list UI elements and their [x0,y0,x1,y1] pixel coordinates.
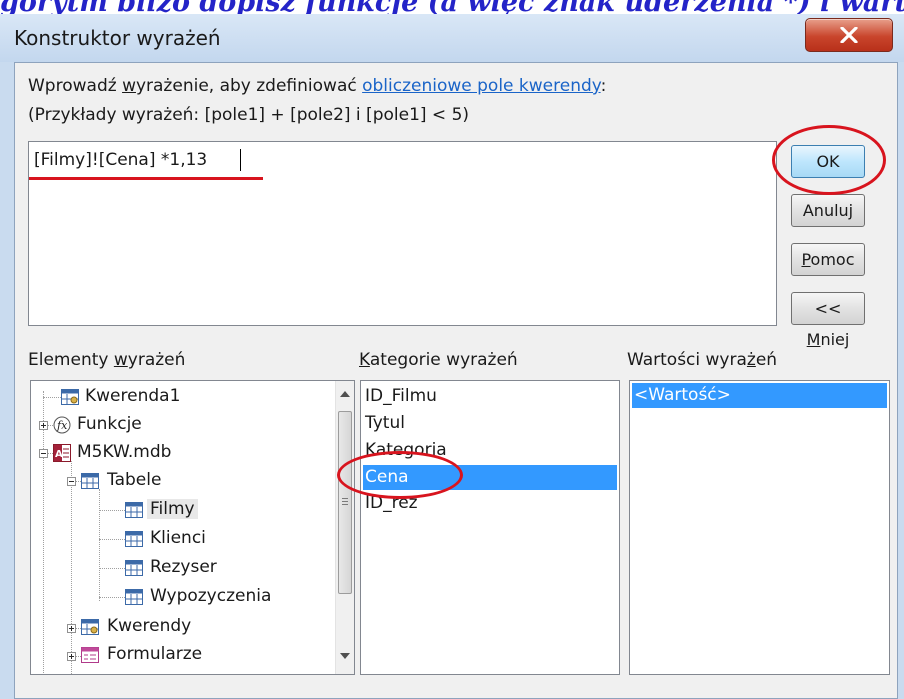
instruction-line-1: Wprowadź wyrażenie, aby zdefiniować obli… [28,76,607,96]
table-icon [125,531,143,547]
table-icon [125,589,143,605]
title-bar: Konstruktor wyrażeń [0,14,904,62]
tree-item-database[interactable]: M5KW.mdb [77,442,171,462]
tree-item-rezyser[interactable]: Rezyser [150,557,217,577]
dialog-client-area: Wprowadź wyrażenie, aby zdefiniować obli… [14,62,898,699]
scroll-up-icon[interactable] [340,391,350,397]
collapse-icon[interactable] [67,477,76,486]
expand-icon[interactable] [39,421,48,430]
categories-label: Kategorie wyrażeń [359,350,518,370]
tree-line [99,489,100,601]
annotation-circle-cena [337,451,463,499]
queries-icon [81,619,99,635]
tree-item-filmy[interactable]: Filmy [147,499,198,519]
close-button[interactable] [805,18,893,52]
expand-icon[interactable] [67,624,76,633]
cancel-button[interactable]: Anuluj [791,194,865,227]
tree-item-kwerenda1[interactable]: Kwerenda1 [85,386,180,406]
help-button[interactable]: Pomoc [791,243,865,276]
less-button[interactable]: << Mniej [791,292,865,349]
tree-line [99,539,125,540]
categories-list[interactable]: ID_Filmu Tytul Kategoria Cena ID_rez [360,380,620,675]
expand-icon[interactable] [67,652,76,661]
calculated-field-link[interactable]: obliczeniowe pole kwerendy [362,76,600,96]
close-icon [840,27,858,43]
forms-icon [81,647,99,663]
annotation-circle-ok [772,125,886,195]
svg-text:fx: fx [56,419,68,432]
scrollbar-thumb[interactable] [338,411,352,594]
window-title: Konstruktor wyrażeń [14,26,221,50]
tree-item-kwerendy[interactable]: Kwerendy [107,616,191,636]
collapse-icon[interactable] [39,449,48,458]
tree-item-wypozyczenia[interactable]: Wypozyczenia [150,586,271,606]
expression-text: [Filmy]![Cena] *1,13 [34,150,208,170]
access-database-icon: A [53,444,71,462]
category-item[interactable]: Tytul [365,413,405,433]
table-icon [125,560,143,576]
text-cursor [240,149,241,171]
tree-line [43,391,44,674]
expression-input[interactable]: [Filmy]![Cena] *1,13 [28,141,777,326]
annotation-underline [29,177,263,180]
svg-text:A: A [55,449,63,460]
tree-scrollbar[interactable] [335,381,354,674]
tree-item-klienci[interactable]: Klienci [150,528,206,548]
expression-builder-dialog: Konstruktor wyrażeń Wprowadź wyrażenie, … [0,14,904,699]
function-icon: fx [53,416,71,434]
query-icon [61,389,79,405]
instruction-line-2: (Przykłady wyrażeń: [pole1] + [pole2] i … [28,105,470,125]
tree-line [99,568,125,569]
values-label: Wartości wyrażeń [627,350,778,370]
tree-line [99,510,125,511]
tables-icon [81,473,99,489]
tree-item-tabele[interactable]: Tabele [107,470,161,490]
table-icon [125,502,143,518]
tree-line [43,397,63,398]
tree-item-funkcje[interactable]: Funkcje [77,414,142,434]
elements-label: Elementy wyrażeń [28,350,186,370]
tree-line [71,461,72,674]
category-item[interactable]: ID_Filmu [365,386,437,406]
values-list[interactable]: <Wartość> [629,380,890,675]
value-item-selected[interactable]: <Wartość> [632,383,887,408]
tree-item-formularze[interactable]: Formularze [107,644,202,664]
elements-tree[interactable]: Kwerenda1 fx Funkcje A M5KW.mdb Tabele F… [30,380,355,675]
tree-line [99,597,125,598]
scroll-down-icon[interactable] [340,653,350,659]
